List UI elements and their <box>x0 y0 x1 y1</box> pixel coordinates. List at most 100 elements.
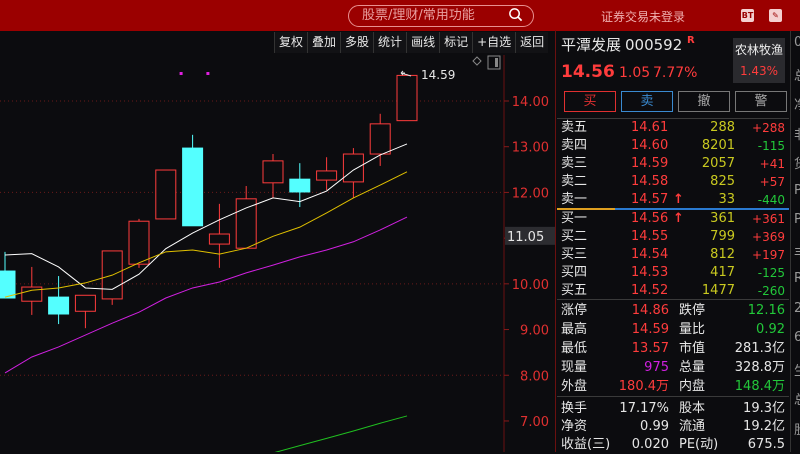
ma-line-ma10 <box>4 171 408 298</box>
search-input[interactable]: 股票/理财/常用功能 <box>348 5 534 27</box>
stat-label: 内盘 <box>679 379 706 394</box>
order-book-row: 买五 14.52 1477 -260 <box>561 282 787 300</box>
y-tick-label: 9.00 <box>520 324 549 339</box>
toolbar-button[interactable]: 统计 <box>373 32 407 53</box>
candle-body <box>128 220 150 265</box>
candle <box>369 113 391 166</box>
level-price: 14.60 <box>631 138 669 153</box>
level-label: 买二 <box>561 229 588 244</box>
order-book-row: 买二 14.55 799 +369 <box>561 228 787 246</box>
toolbar-button[interactable]: 叠加 <box>307 32 341 53</box>
level-label: 买四 <box>561 265 588 280</box>
level-delta: +361 <box>752 212 785 226</box>
candle <box>21 266 43 315</box>
level-delta: +369 <box>752 230 785 244</box>
toolbar-button[interactable]: 标记 <box>439 32 473 53</box>
candle-body <box>342 153 364 183</box>
order-book-row: 卖二 14.58 825 +57 <box>561 173 787 191</box>
candle-body <box>48 296 70 315</box>
diamond-icon[interactable] <box>472 56 482 66</box>
ma-line-ma60 <box>274 415 408 452</box>
stat-value: 0.92 <box>756 322 785 337</box>
fundamental-row: 净资 0.99 流通 19.2亿 <box>561 418 787 436</box>
level-label: 卖五 <box>561 120 588 135</box>
up-arrow-icon: ↑ <box>673 192 684 207</box>
ma-line-ma20 <box>4 216 408 374</box>
r-badge: R <box>687 35 695 46</box>
panel-toggle-icon[interactable] <box>487 55 501 70</box>
level-volume: 2057 <box>701 156 735 171</box>
candle <box>155 169 177 220</box>
fund-label: 流通 <box>679 419 706 434</box>
fund-value: 17.17% <box>619 401 669 416</box>
candle <box>235 186 257 249</box>
stat-label: 跌停 <box>679 303 706 318</box>
candle <box>342 148 364 198</box>
buy-button[interactable]: 买 <box>564 91 616 112</box>
fundamental-row: 换手 17.17% 股本 19.3亿 <box>561 400 787 418</box>
level-volume: 799 <box>710 229 735 244</box>
kline-chart[interactable]: 14.0013.0012.0011.0010.009.008.007.0014.… <box>0 55 556 452</box>
candle <box>396 74 418 122</box>
candle-body <box>235 198 257 249</box>
edge-text: P <box>794 212 800 227</box>
edge-text: 总 <box>794 389 800 408</box>
fund-value: 0.99 <box>640 419 669 434</box>
stats-row: 现量 975 总量 328.8万 <box>561 359 787 377</box>
candle-body <box>396 74 418 122</box>
fund-label: PE(动) <box>679 437 719 452</box>
level-delta: -260 <box>757 284 785 298</box>
level-label: 卖二 <box>561 174 588 189</box>
level-price: 14.55 <box>631 229 669 244</box>
edge-text: 总 <box>794 65 800 84</box>
stat-label: 最高 <box>561 322 588 337</box>
toolbar-button[interactable]: 画线 <box>406 32 440 53</box>
book-divider-bid <box>615 208 789 210</box>
fund-label: 换手 <box>561 401 588 416</box>
bt-icon[interactable]: BT <box>741 9 754 22</box>
candle <box>74 294 96 329</box>
fund-value: 19.2亿 <box>743 419 785 434</box>
level-label: 卖一 <box>561 192 588 207</box>
stock-name: 平潭发展 <box>561 36 622 54</box>
price-row: 14.56 1.05 7.77% <box>561 63 787 83</box>
alert-button[interactable]: 警 <box>735 91 787 112</box>
up-arrow-icon: ↑ <box>673 211 684 226</box>
stat-value: 13.57 <box>631 341 669 356</box>
level-price: 14.53 <box>631 265 669 280</box>
order-book-row: 卖三 14.59 2057 +41 <box>561 155 787 173</box>
candle-body <box>74 294 96 312</box>
level-volume: 361 <box>710 211 735 226</box>
last-price: 14.56 <box>561 62 615 82</box>
y-tick-label: 12.00 <box>512 186 549 201</box>
book-divider-ask <box>557 208 615 210</box>
toolbar-button[interactable]: 复权 <box>274 32 308 53</box>
candle <box>48 276 70 325</box>
stat-label: 总量 <box>679 360 706 375</box>
candle-body <box>289 178 311 193</box>
level-volume: 1477 <box>701 283 735 298</box>
sector-name: 农林牧渔 <box>734 43 783 57</box>
stat-value: 14.59 <box>631 322 669 337</box>
edit-icon[interactable]: ✎ <box>769 9 782 22</box>
search-icon[interactable] <box>508 7 523 22</box>
stat-label: 市值 <box>679 341 706 356</box>
search-placeholder: 股票/理财/常用功能 <box>362 8 475 23</box>
price-change-pct: 7.77% <box>653 65 698 81</box>
toolbar-button[interactable]: 返回 <box>515 32 549 53</box>
cancel-order-button[interactable]: 撤 <box>678 91 730 112</box>
stat-label: 量比 <box>679 322 706 337</box>
candle <box>208 203 230 268</box>
order-book-row: 买三 14.54 812 +197 <box>561 246 787 264</box>
login-status[interactable]: 证券交易未登录 <box>601 8 685 25</box>
level-price: 14.59 <box>631 156 669 171</box>
candle <box>101 250 123 305</box>
edge-text: R <box>794 271 800 286</box>
level-delta: +57 <box>759 175 785 189</box>
toolbar-button[interactable]: 多股 <box>340 32 374 53</box>
panel-toggle-bar <box>495 58 498 67</box>
toolbar-button[interactable]: +自选 <box>472 32 516 53</box>
sell-button[interactable]: 卖 <box>621 91 673 112</box>
y-tick-label: 14.00 <box>512 95 549 110</box>
level-volume: 33 <box>718 192 735 207</box>
